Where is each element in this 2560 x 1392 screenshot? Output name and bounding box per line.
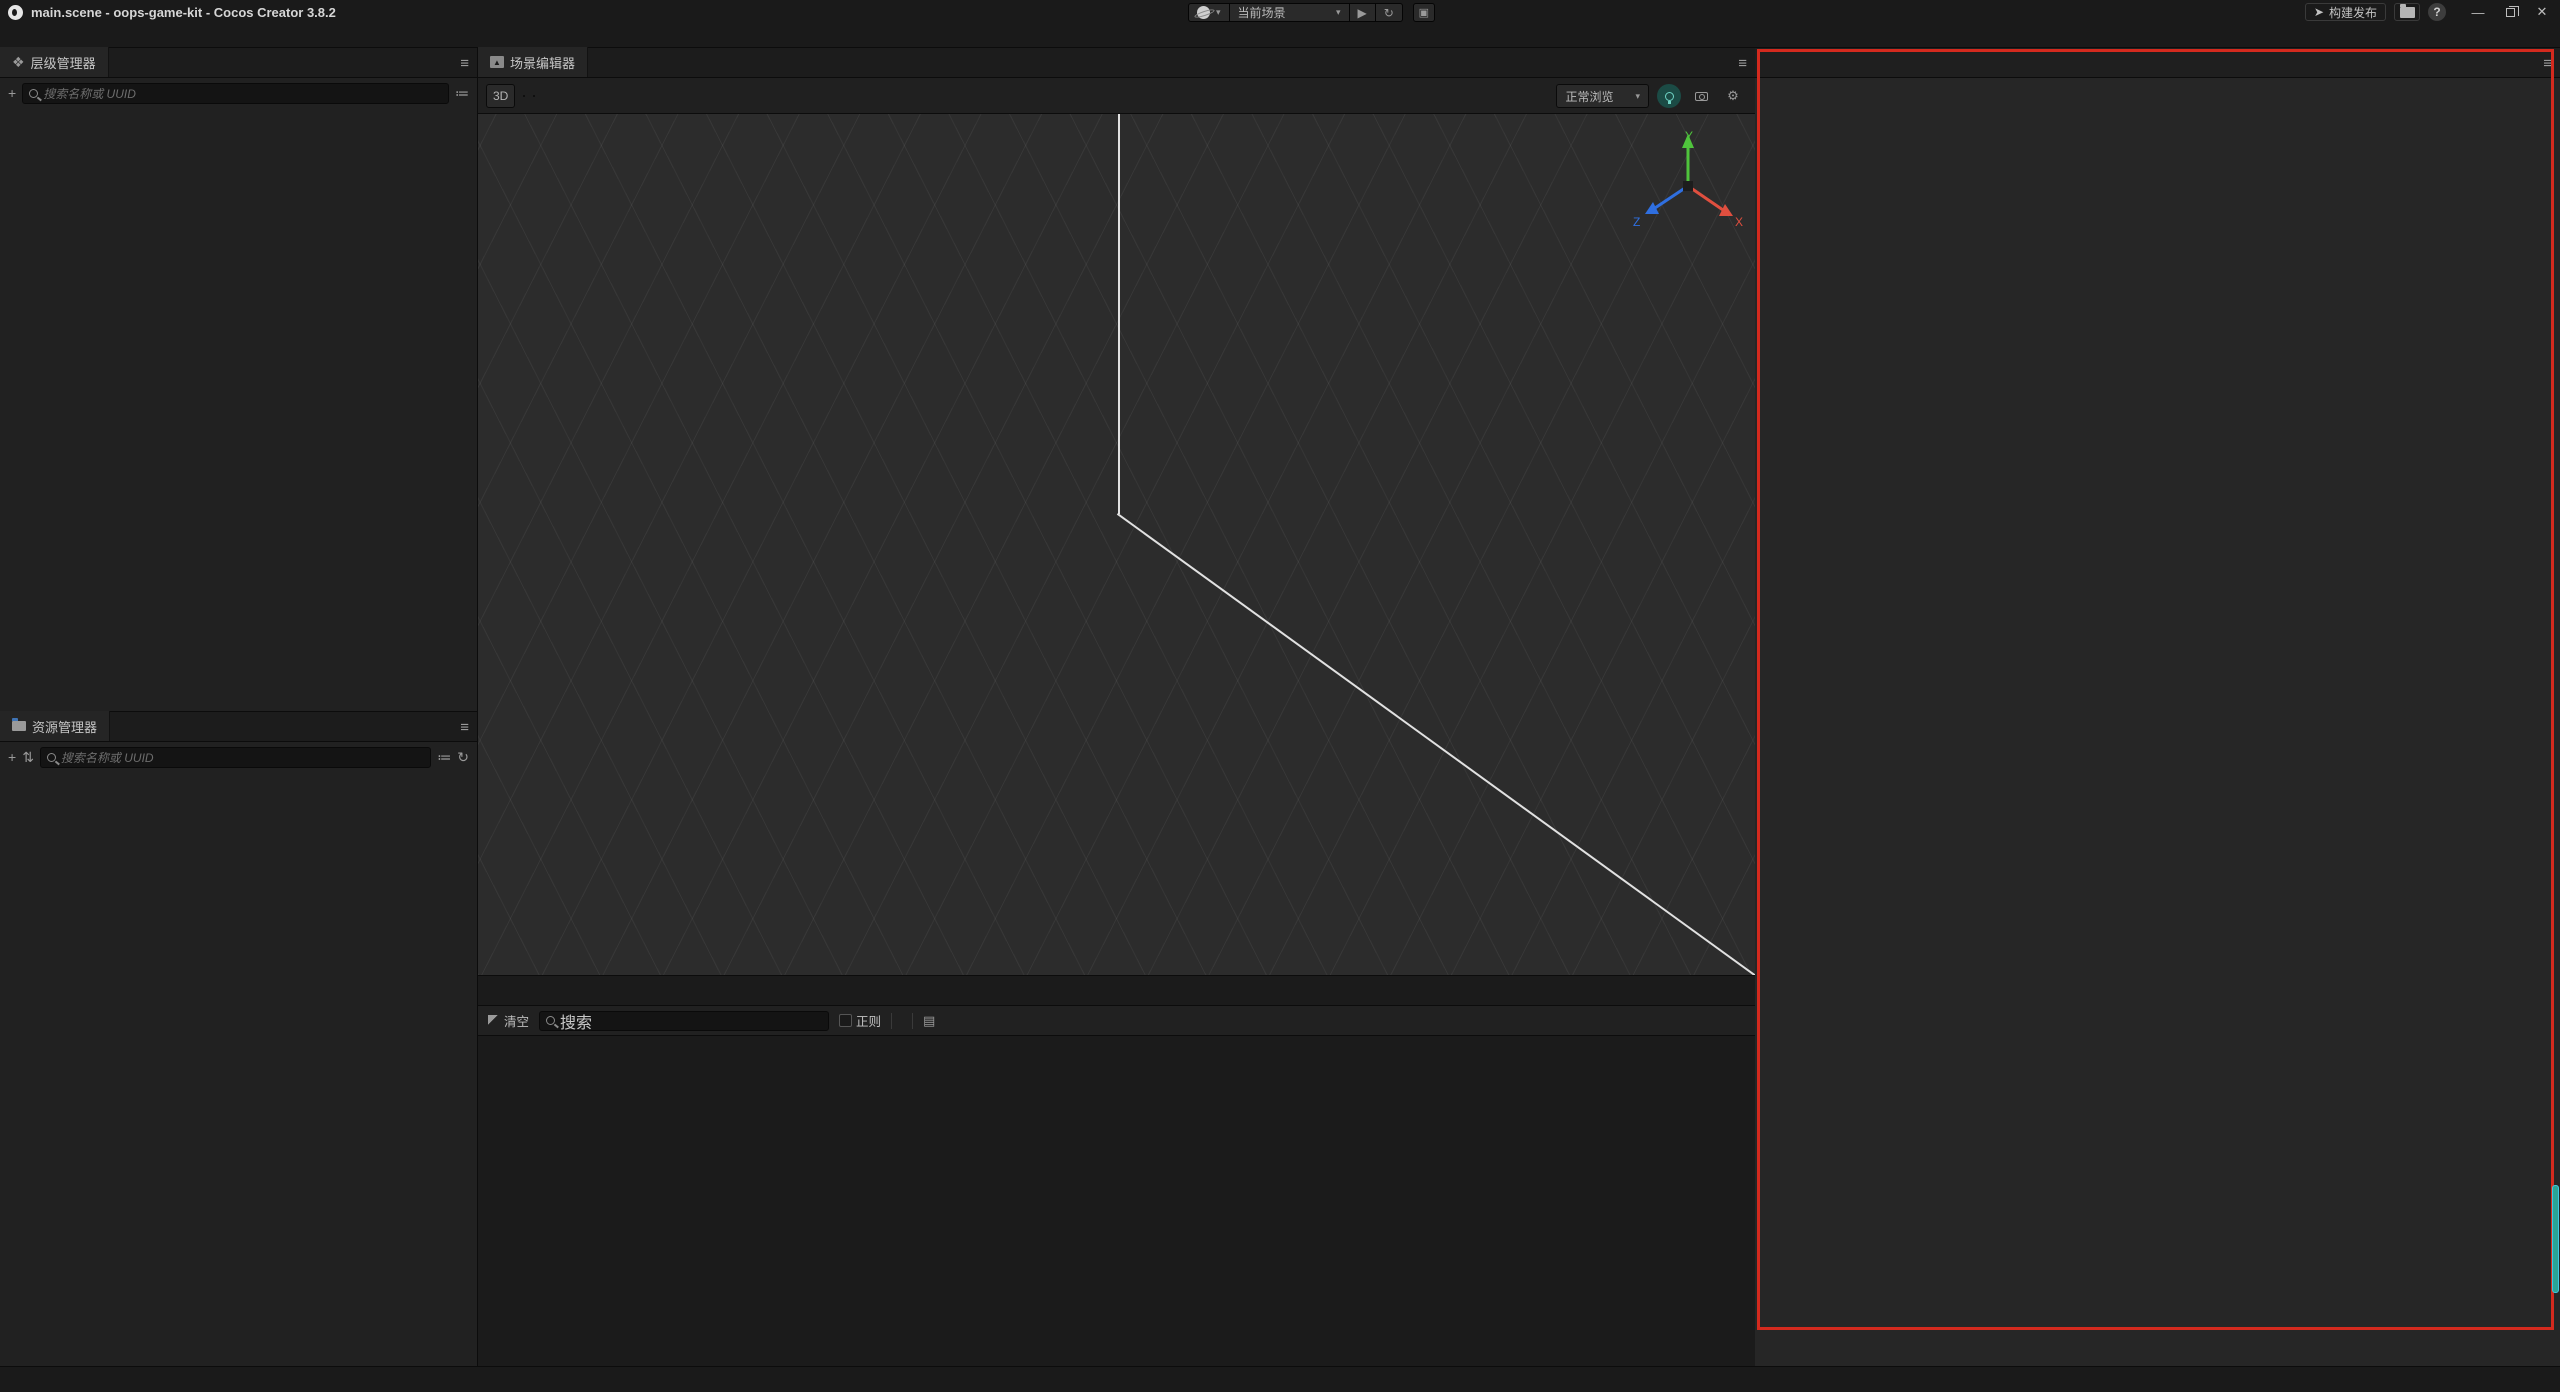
scene-toolbar: 3D 正常浏览 ▾ ⚙	[478, 78, 1755, 114]
orientation-gizmo[interactable]: Y X Z	[1623, 126, 1753, 246]
window-title: main.scene - oops-game-kit - Cocos Creat…	[31, 5, 336, 20]
scrollbar-thumb[interactable]	[2552, 1185, 2559, 1293]
snap-tools	[533, 95, 535, 97]
broom-icon	[488, 1015, 499, 1026]
scene-viewport[interactable]: Y X Z	[478, 114, 1755, 975]
add-asset-button[interactable]: +	[8, 749, 16, 765]
scene-settings-button[interactable]: ⚙	[1721, 84, 1745, 108]
inspector-panel: ≡	[1755, 48, 2560, 1366]
search-icon	[546, 1016, 555, 1025]
scene-editor-panel: ▲ 场景编辑器 ≡ 3D 正常浏览 ▾ ⚙	[478, 48, 1755, 975]
build-publish-button[interactable]: ➤ 构建发布	[2305, 3, 2386, 21]
inspector-tabbar: ≡	[1755, 48, 2560, 78]
view-mode-select[interactable]: 正常浏览 ▾	[1556, 84, 1649, 108]
scene-editor-title: 场景编辑器	[510, 53, 575, 72]
cocos-logo-icon	[8, 5, 23, 20]
gizmo-y-label: Y	[1685, 129, 1693, 143]
top-toolbar: ▾ 当前场景 ▾ ▶ ↻ ▣	[1188, 3, 1435, 22]
center-column: ▲ 场景编辑器 ≡ 3D 正常浏览 ▾ ⚙	[478, 48, 1755, 1366]
close-button[interactable]: ✕	[2528, 1, 2556, 23]
chevron-down-icon: ▾	[1336, 7, 1341, 18]
scene-select[interactable]: 当前场景 ▾	[1230, 4, 1350, 21]
framework-config-body	[1755, 78, 2560, 1366]
platform-select[interactable]: ▾	[1189, 4, 1230, 21]
axis-line-vertical	[1118, 114, 1120, 514]
camera-settings-button[interactable]	[1689, 84, 1713, 108]
play-button[interactable]: ▶	[1350, 4, 1376, 21]
regex-checkbox[interactable]: 正则	[839, 1011, 881, 1030]
status-bar	[0, 1366, 2560, 1392]
restart-icon: ↻	[1384, 6, 1394, 20]
preview-qr-button[interactable]: ▣	[1413, 3, 1435, 22]
console-clear-button[interactable]: 清空	[488, 1011, 529, 1030]
panel-menu-icon[interactable]: ≡	[460, 719, 469, 736]
filter-icon[interactable]: ≔	[437, 749, 451, 766]
titlebar-right: ➤ 构建发布 ? — ✕	[2305, 0, 2556, 24]
scene-tab-icon: ▲	[490, 56, 504, 68]
panel-menu-icon[interactable]: ≡	[1738, 55, 1747, 72]
console-search-input[interactable]: 搜索	[539, 1011, 829, 1031]
view-mode-label: 正常浏览	[1565, 88, 1613, 105]
folder-icon	[2400, 7, 2415, 18]
search-icon	[47, 753, 56, 762]
panel-menu-icon[interactable]: ≡	[460, 55, 469, 72]
scene-select-label: 当前场景	[1238, 4, 1286, 21]
gear-icon: ⚙	[1727, 88, 1739, 104]
hierarchy-search-placeholder: 搜索名称或 UUID	[43, 85, 136, 102]
camera-icon	[1695, 92, 1708, 101]
left-column: ❖ 层级管理器 ≡ + 搜索名称或 UUID ≔ 资源管理器	[0, 48, 478, 1366]
play-icon: ▶	[1358, 6, 1367, 20]
restart-button[interactable]: ↻	[1376, 4, 1402, 21]
minimize-button[interactable]: —	[2464, 1, 2492, 23]
build-icon: ➤	[2314, 5, 2324, 19]
assets-search-placeholder: 搜索名称或 UUID	[61, 749, 154, 766]
menu-bar	[0, 24, 2560, 48]
help-button[interactable]: ?	[2428, 3, 2446, 21]
hierarchy-tab[interactable]: ❖ 层级管理器	[0, 47, 109, 77]
console-clear-label: 清空	[504, 1011, 529, 1030]
refresh-icon[interactable]: ↻	[457, 749, 469, 766]
scene-editor-tab[interactable]: ▲ 场景编辑器	[478, 47, 588, 77]
assets-icon	[12, 721, 26, 731]
bulb-icon	[1665, 92, 1674, 101]
assets-title: 资源管理器	[32, 717, 97, 736]
gizmo-z-label: Z	[1633, 215, 1640, 229]
filter-icon[interactable]: ≔	[455, 85, 469, 102]
hierarchy-search-input[interactable]: 搜索名称或 UUID	[22, 83, 449, 104]
console-search-placeholder: 搜索	[560, 1009, 592, 1033]
restore-icon	[2506, 8, 2515, 17]
add-node-button[interactable]: +	[8, 85, 16, 101]
console-tabbar	[478, 976, 1755, 1006]
console-logs	[478, 1036, 1755, 1367]
assets-tab[interactable]: 资源管理器	[0, 711, 110, 741]
cocos-creator-window: main.scene - oops-game-kit - Cocos Creat…	[0, 0, 2560, 1392]
checkbox-icon	[839, 1014, 852, 1027]
console-panel: 清空 搜索 正则 ▤	[478, 975, 1755, 1366]
console-toolbar: 清空 搜索 正则 ▤	[478, 1006, 1755, 1036]
3d-mode-button[interactable]: 3D	[486, 84, 515, 108]
sort-icon[interactable]: ⇅	[22, 749, 34, 766]
layers-icon: ❖	[12, 54, 25, 71]
transform-tools	[523, 95, 525, 97]
qr-icon: ▣	[1419, 6, 1429, 19]
assets-search-input[interactable]: 搜索名称或 UUID	[40, 747, 431, 768]
panel-menu-icon[interactable]: ≡	[2543, 55, 2552, 72]
regex-label: 正则	[856, 1011, 881, 1030]
gizmo-x-label: X	[1735, 215, 1743, 229]
planet-icon	[1197, 6, 1210, 19]
open-project-folder-button[interactable]	[2394, 3, 2420, 21]
hierarchy-title: 层级管理器	[31, 53, 96, 72]
collapse-log-icon[interactable]: ▤	[923, 1013, 935, 1029]
build-publish-label: 构建发布	[2329, 4, 2377, 21]
light-toggle-button[interactable]	[1657, 84, 1681, 108]
assets-panel: 资源管理器 ≡ + ⇅ 搜索名称或 UUID ≔ ↻	[0, 712, 477, 1366]
axis-line-diagonal	[1117, 513, 1755, 975]
restore-button[interactable]	[2496, 1, 2524, 23]
hierarchy-panel: ❖ 层级管理器 ≡ + 搜索名称或 UUID ≔	[0, 48, 477, 712]
search-icon	[29, 89, 38, 98]
chevron-down-icon: ▾	[1216, 7, 1221, 18]
chevron-down-icon: ▾	[1635, 91, 1640, 102]
